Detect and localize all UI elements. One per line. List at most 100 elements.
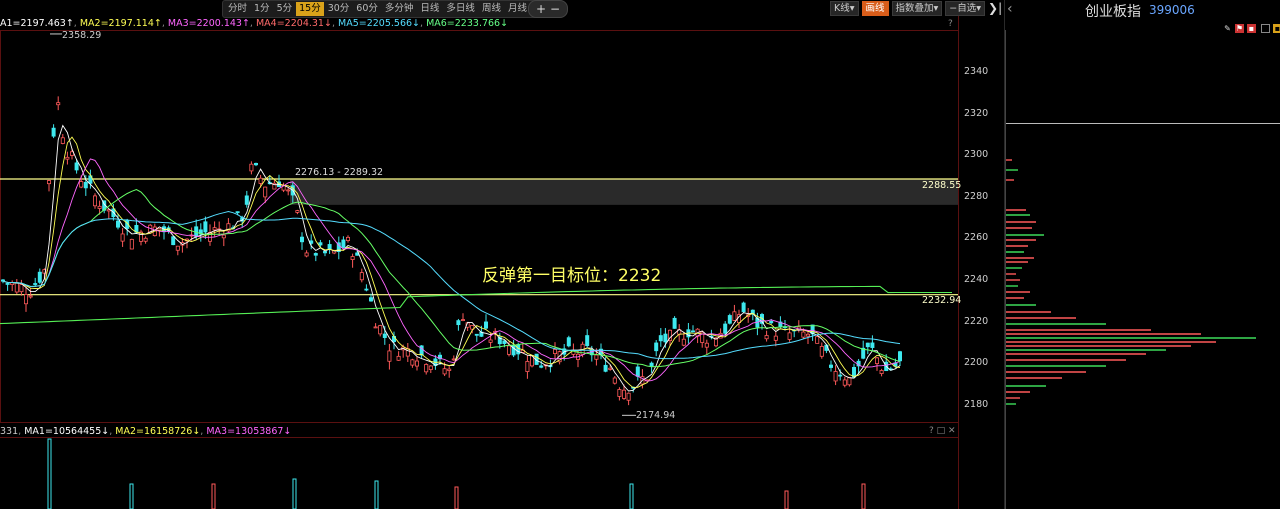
volume-bar xyxy=(211,483,216,509)
candle-body xyxy=(622,389,627,399)
candle-body xyxy=(382,333,387,338)
timeframe-5[interactable]: 60分 xyxy=(353,2,381,16)
candle-body xyxy=(253,162,258,166)
candle-body xyxy=(806,333,811,337)
candle-body xyxy=(617,389,622,397)
timeframe-bar: 分时 1分 5分 15分 30分 60分 多分钟 日线 多日线 周线 月线 ▾ xyxy=(222,0,541,18)
kline-type-dropdown[interactable]: K线▾ xyxy=(830,0,859,16)
candle-body xyxy=(19,284,24,293)
candle-body xyxy=(603,364,608,372)
candle-body xyxy=(539,365,544,368)
candle-body xyxy=(741,302,746,313)
volume-bar xyxy=(129,483,134,509)
candle-body xyxy=(387,350,392,362)
price-tick-2320: 2320 xyxy=(964,107,989,119)
candle-body xyxy=(833,371,838,382)
price-panel-frame xyxy=(0,30,959,423)
candle-body xyxy=(898,351,903,362)
low-price-label: 2174.94 xyxy=(636,410,676,421)
timeframe-9[interactable]: 周线 xyxy=(479,2,504,16)
candle-body xyxy=(585,335,590,347)
index-overlay-dropdown[interactable]: 指数叠加▾ xyxy=(891,0,943,16)
candle-body xyxy=(451,358,456,361)
timeframe-1[interactable]: 1分 xyxy=(251,2,273,16)
candle-body xyxy=(37,271,42,283)
candle-body xyxy=(516,344,521,355)
candle-body xyxy=(727,315,732,324)
candle-body xyxy=(318,242,323,246)
candle-body xyxy=(787,332,792,340)
candle-body xyxy=(769,320,774,324)
timeframe-6[interactable]: 多分钟 xyxy=(382,2,417,16)
candle-body xyxy=(378,325,383,335)
zoom-in-button[interactable]: + xyxy=(535,2,547,16)
candle-body xyxy=(842,379,847,386)
draw-line-button[interactable]: 画线 xyxy=(861,0,889,16)
candle-body xyxy=(263,186,268,198)
candle-body xyxy=(525,361,530,372)
candle-body xyxy=(221,234,226,239)
candle-body xyxy=(428,365,433,370)
zoom-controls: + − xyxy=(528,0,568,18)
timeframe-2[interactable]: 5分 xyxy=(274,2,296,16)
candle-body xyxy=(286,189,291,192)
ma6-line xyxy=(0,285,952,325)
timeframe-0[interactable]: 分时 xyxy=(225,2,250,16)
candle-body xyxy=(870,342,875,348)
candle-body xyxy=(483,321,488,329)
candle-body xyxy=(341,239,346,248)
candle-body xyxy=(299,236,304,243)
zoom-out-button[interactable]: − xyxy=(549,2,561,16)
candle-body xyxy=(474,333,479,336)
candle-body xyxy=(663,333,668,343)
volume-panel-icons[interactable]: ? □ ✕ xyxy=(929,426,956,436)
candle-body xyxy=(56,102,61,106)
candle-body xyxy=(79,181,84,188)
candle-body xyxy=(658,335,663,342)
ma2-value: MA2=2197.114↑ xyxy=(79,18,162,29)
ma3-value: MA3=2200.143↑ xyxy=(167,18,250,29)
ma4-value: MA4=2204.31↓ xyxy=(255,18,332,29)
candle-body xyxy=(875,357,880,365)
candle-body xyxy=(129,238,134,250)
candle-body xyxy=(865,342,870,348)
candle-body xyxy=(773,335,778,341)
timeframe-7[interactable]: 日线 xyxy=(417,2,442,16)
candle-body xyxy=(244,195,249,205)
watchlist-dropdown[interactable]: −自选▾ xyxy=(945,0,986,16)
candle-body xyxy=(14,282,19,293)
chart-tools: K线▾ 画线 指数叠加▾ −自选▾ ❯| xyxy=(830,0,1002,16)
candle-body xyxy=(47,180,52,185)
timeframe-3[interactable]: 15分 xyxy=(296,2,324,16)
range-label: 2276.13 - 2289.32 xyxy=(295,167,384,178)
candle-body xyxy=(649,362,654,367)
help-icon[interactable]: ? xyxy=(948,19,953,29)
candle-body xyxy=(295,210,300,213)
candle-body xyxy=(313,253,318,256)
candle-body xyxy=(120,233,125,242)
ma1-line xyxy=(2,124,901,392)
candle-body xyxy=(691,330,696,333)
candle-body xyxy=(672,317,677,329)
candle-body xyxy=(511,344,516,356)
candle-body xyxy=(608,367,613,370)
candle-body xyxy=(74,162,79,171)
price-tick-2200: 2200 xyxy=(964,357,989,369)
candle-body xyxy=(175,245,180,251)
candle-body xyxy=(879,370,884,374)
candle-body xyxy=(654,342,659,352)
candle-body xyxy=(304,252,309,257)
candle-body xyxy=(626,392,631,401)
vol-ma3-value: MA3=13053867↓ xyxy=(206,426,292,437)
candle-body xyxy=(396,355,401,361)
timeframe-8[interactable]: 多日线 xyxy=(443,2,478,16)
volume-bar xyxy=(47,438,52,509)
candle-body xyxy=(28,295,33,298)
candle-body xyxy=(442,368,447,375)
price-tick-2240: 2240 xyxy=(964,274,989,285)
timeframe-4[interactable]: 30分 xyxy=(325,2,353,16)
candle-body xyxy=(33,283,38,285)
candle-body xyxy=(93,195,98,207)
collapse-panel-icon[interactable]: ❯| xyxy=(988,1,1002,15)
candle-body xyxy=(373,326,378,329)
